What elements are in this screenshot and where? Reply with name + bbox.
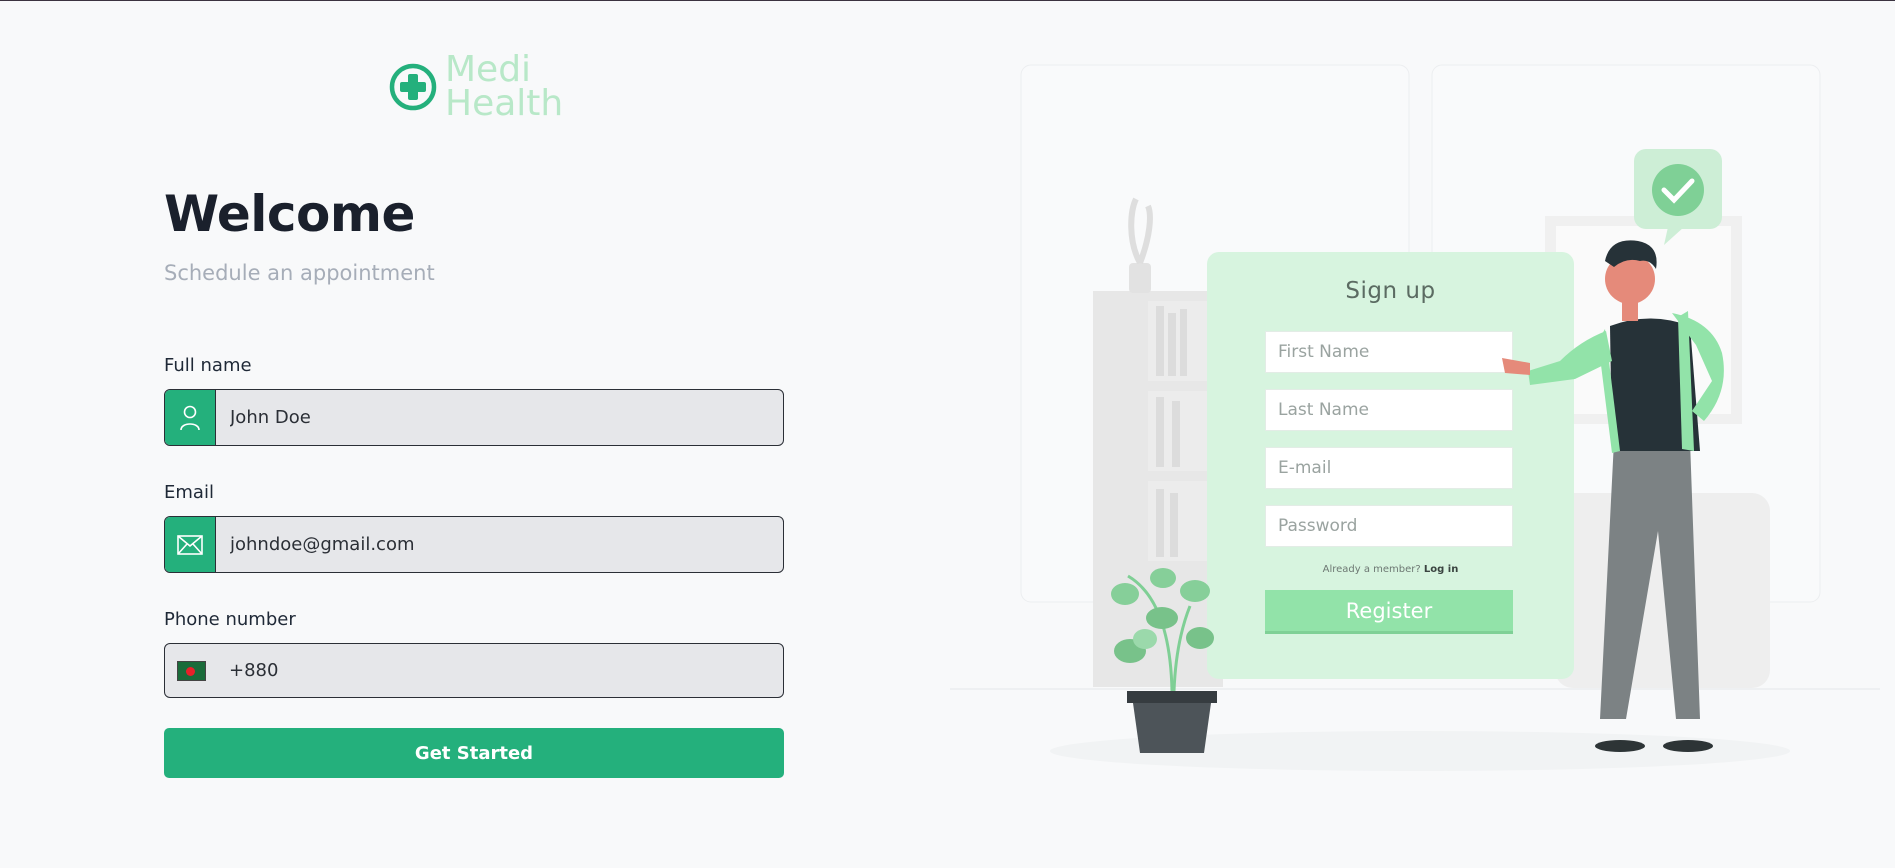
floor-shadow: [1050, 731, 1790, 771]
password-placeholder: Password: [1265, 505, 1513, 547]
login-link: Log in: [1423, 564, 1459, 575]
first-name-placeholder: First Name: [1265, 331, 1513, 373]
email-placeholder: E-mail: [1265, 447, 1513, 489]
member-text: Already a member? Log in: [1207, 564, 1574, 575]
member-prompt: Already a member?: [1322, 564, 1421, 575]
signup-illustration: [950, 64, 1880, 771]
sofa-graphic: [1555, 493, 1770, 688]
last-name-placeholder: Last Name: [1265, 389, 1513, 431]
register-graphic-button: Register: [1265, 590, 1513, 634]
signup-title: Sign up: [1345, 278, 1436, 304]
signup-card: Sign up First Name Last Name E-mail Pass…: [1207, 252, 1574, 679]
